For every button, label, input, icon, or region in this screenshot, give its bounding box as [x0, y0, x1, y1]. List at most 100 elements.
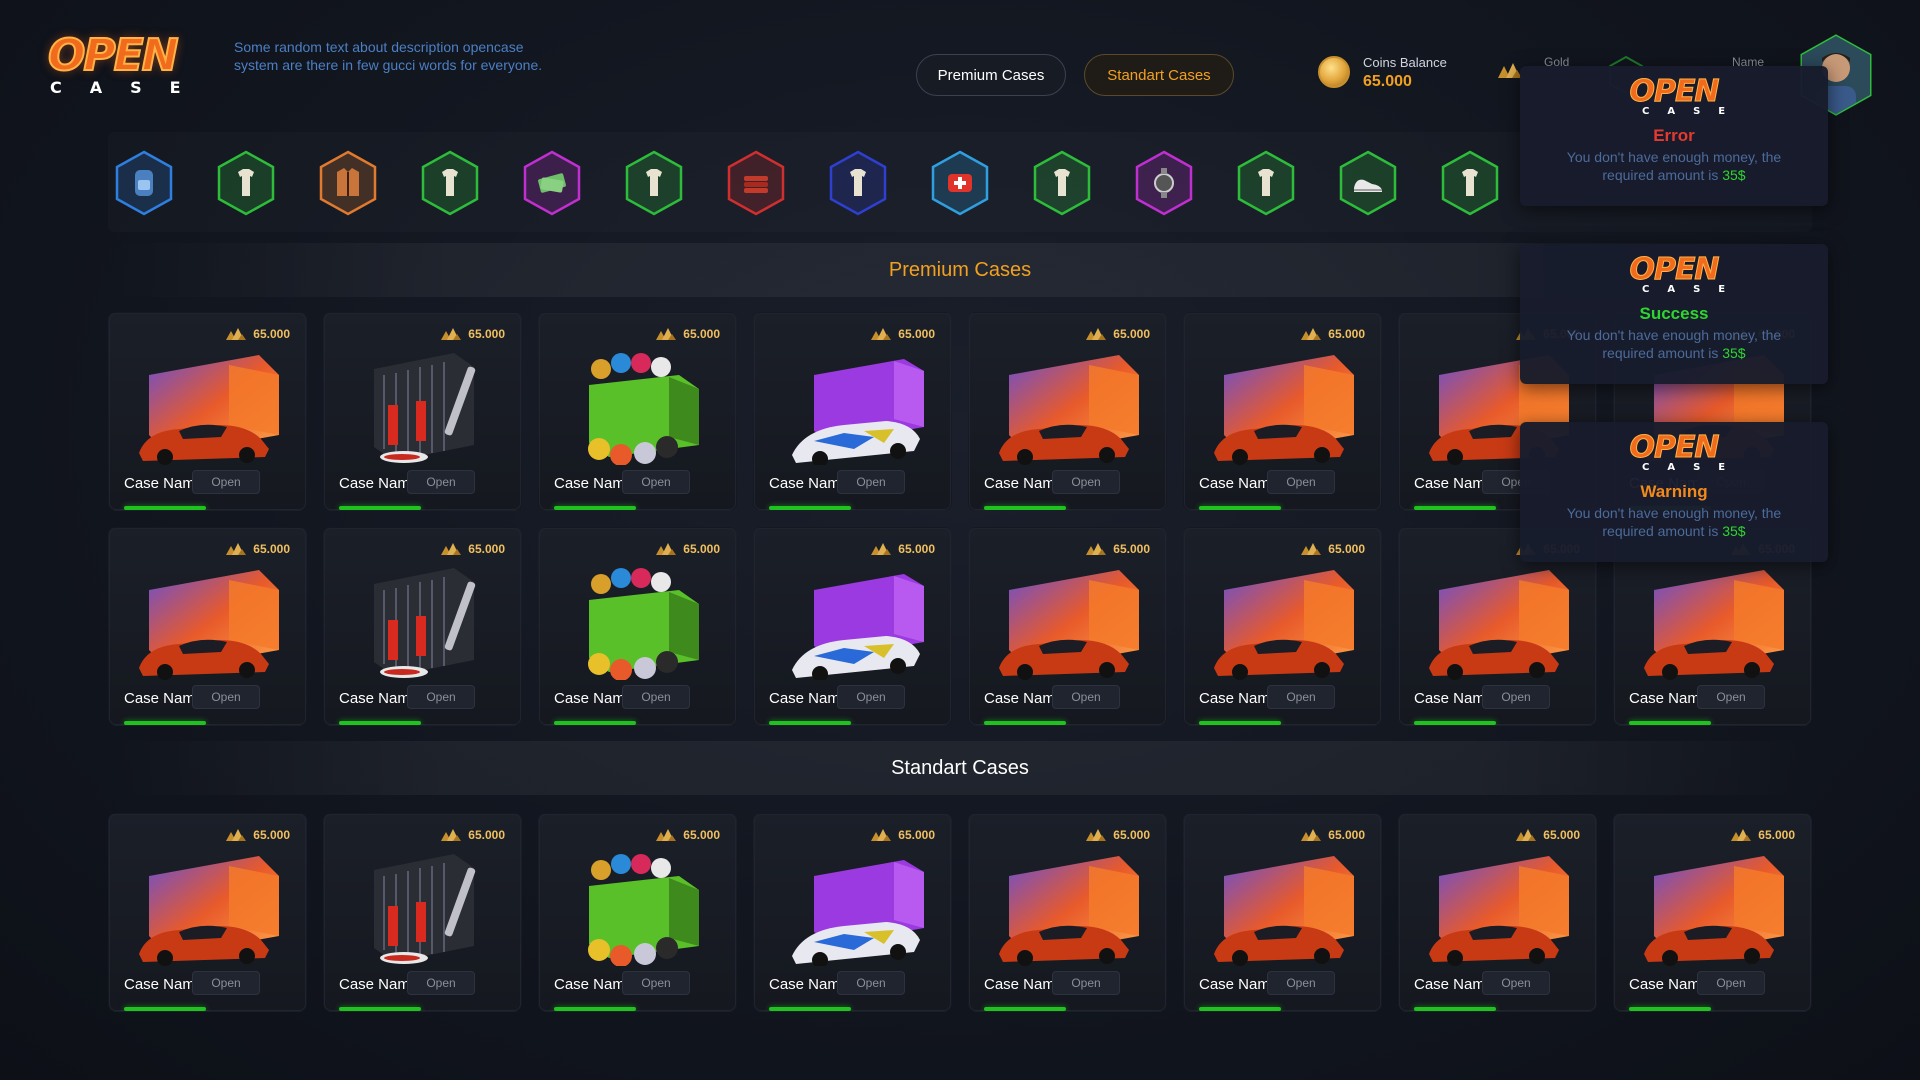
- logo-open-text: OPEN: [47, 30, 180, 81]
- sneakers-icon[interactable]: [1338, 150, 1398, 216]
- case-price-value: 65.000: [1758, 828, 1795, 842]
- case-card[interactable]: 65.000Case NameOpen: [968, 813, 1167, 1012]
- case-card[interactable]: 65.000Case NameOpen: [968, 312, 1167, 511]
- gold-icon: [441, 829, 462, 841]
- shirt-icon[interactable]: [1440, 150, 1500, 216]
- case-card[interactable]: 65.000Case NameOpen: [753, 527, 952, 726]
- case-card[interactable]: 65.000Case NameOpen: [1183, 527, 1382, 726]
- open-case-button[interactable]: Open: [192, 470, 260, 494]
- case-card[interactable]: 65.000Case NameOpen: [108, 813, 307, 1012]
- case-card[interactable]: 65.000Case NameOpen: [968, 527, 1167, 726]
- case-card[interactable]: 65.000Case NameOpen: [1613, 813, 1812, 1012]
- notification-amount: 35$: [1722, 167, 1746, 183]
- open-case-button[interactable]: Open: [1267, 685, 1335, 709]
- dynamite-icon[interactable]: [726, 150, 786, 216]
- shirt-icon[interactable]: [828, 150, 888, 216]
- shirt-icon[interactable]: [1032, 150, 1092, 216]
- jacket-icon[interactable]: [318, 150, 378, 216]
- case-image: [1644, 856, 1784, 966]
- case-price: 65.000: [440, 542, 505, 556]
- money-icon[interactable]: [522, 150, 582, 216]
- open-case-button[interactable]: Open: [192, 685, 260, 709]
- shirt-icon[interactable]: [420, 150, 480, 216]
- case-progress-bar: [984, 1007, 1066, 1011]
- open-case-button[interactable]: Open: [1052, 971, 1120, 995]
- gold-icon: [1086, 543, 1107, 555]
- open-case-button[interactable]: Open: [192, 971, 260, 995]
- case-image: [588, 568, 699, 680]
- notification-message-text: You don't have enough money, the require…: [1566, 327, 1782, 361]
- gold-icon: [226, 829, 247, 841]
- header-tagline: Some random text about description openc…: [234, 39, 543, 73]
- case-card[interactable]: 65.000Case NameOpen: [538, 527, 737, 726]
- gold-icon: [1301, 829, 1322, 841]
- gold-icon: [656, 328, 677, 340]
- case-card[interactable]: 65.000Case NameOpen: [538, 312, 737, 511]
- open-case-logo: OPEN CASE: [47, 30, 208, 98]
- notification-logo: OPEN CASE: [1624, 76, 1725, 118]
- case-image: [1214, 355, 1354, 465]
- case-card[interactable]: 65.000Case NameOpen: [538, 813, 737, 1012]
- coin-icon: [1318, 56, 1350, 88]
- case-card[interactable]: 65.000Case NameOpen: [1183, 312, 1382, 511]
- open-case-button[interactable]: Open: [1482, 971, 1550, 995]
- backpack-icon[interactable]: [114, 150, 174, 216]
- case-price-value: 65.000: [898, 542, 935, 556]
- case-card[interactable]: 65.000Case NameOpen: [1183, 813, 1382, 1012]
- gold-icon: [441, 543, 462, 555]
- open-case-button[interactable]: Open: [407, 470, 475, 494]
- case-price: 65.000: [1300, 327, 1365, 341]
- open-case-button[interactable]: Open: [837, 971, 905, 995]
- case-progress-bar: [339, 721, 421, 725]
- medkit-icon[interactable]: [930, 150, 990, 216]
- open-case-button[interactable]: Open: [622, 971, 690, 995]
- open-case-button[interactable]: Open: [407, 685, 475, 709]
- notification-warning[interactable]: OPEN CASE Warning You don't have enough mon…: [1520, 422, 1828, 562]
- case-progress-bar: [1199, 721, 1281, 725]
- case-card[interactable]: 65.000Case NameOpen: [323, 312, 522, 511]
- open-case-button[interactable]: Open: [622, 470, 690, 494]
- gold-icon: [1731, 829, 1752, 841]
- case-card[interactable]: 65.000Case NameOpen: [753, 312, 952, 511]
- open-case-button[interactable]: Open: [407, 971, 475, 995]
- open-case-button[interactable]: Open: [837, 470, 905, 494]
- case-progress-bar: [124, 506, 206, 510]
- notification-title: Error: [1653, 126, 1695, 145]
- tab-standart-cases[interactable]: Standart Cases: [1084, 54, 1234, 96]
- coins-balance-label: Coins Balance: [1363, 55, 1447, 70]
- shirt-icon[interactable]: [1236, 150, 1296, 216]
- notification-message: You don't have enough money, the require…: [1520, 326, 1828, 362]
- watch-icon[interactable]: [1134, 150, 1194, 216]
- notification-error[interactable]: OPEN CASE Error You don't have enough money…: [1520, 66, 1828, 206]
- gold-icon: [871, 328, 892, 340]
- notification-message-text: You don't have enough money, the require…: [1566, 505, 1782, 539]
- open-case-button[interactable]: Open: [1267, 470, 1335, 494]
- open-case-button[interactable]: Open: [837, 685, 905, 709]
- case-card[interactable]: 65.000Case NameOpen: [323, 813, 522, 1012]
- notification-success[interactable]: OPEN CASE Success You don't have enough mon…: [1520, 244, 1828, 384]
- gold-icon: [871, 543, 892, 555]
- case-price: 65.000: [655, 542, 720, 556]
- case-image: [999, 355, 1139, 465]
- case-card[interactable]: 65.000Case NameOpen: [108, 527, 307, 726]
- gold-icon: [656, 543, 677, 555]
- tab-premium-cases[interactable]: Premium Cases: [916, 54, 1066, 96]
- shirt-icon[interactable]: [216, 150, 276, 216]
- open-case-button[interactable]: Open: [1052, 685, 1120, 709]
- shirt-icon[interactable]: [624, 150, 684, 216]
- case-card[interactable]: 65.000Case NameOpen: [753, 813, 952, 1012]
- case-card[interactable]: 65.000Case NameOpen: [108, 312, 307, 511]
- case-card[interactable]: 65.000Case NameOpen: [1398, 813, 1597, 1012]
- open-case-button[interactable]: Open: [622, 685, 690, 709]
- case-progress-bar: [769, 721, 851, 725]
- gold-icon: [656, 829, 677, 841]
- gold-icon: [1516, 829, 1537, 841]
- open-case-button[interactable]: Open: [1267, 971, 1335, 995]
- case-price-value: 65.000: [253, 828, 290, 842]
- open-case-button[interactable]: Open: [1482, 685, 1550, 709]
- case-progress-bar: [124, 721, 206, 725]
- open-case-button[interactable]: Open: [1697, 971, 1765, 995]
- open-case-button[interactable]: Open: [1052, 470, 1120, 494]
- case-card[interactable]: 65.000Case NameOpen: [323, 527, 522, 726]
- open-case-button[interactable]: Open: [1697, 685, 1765, 709]
